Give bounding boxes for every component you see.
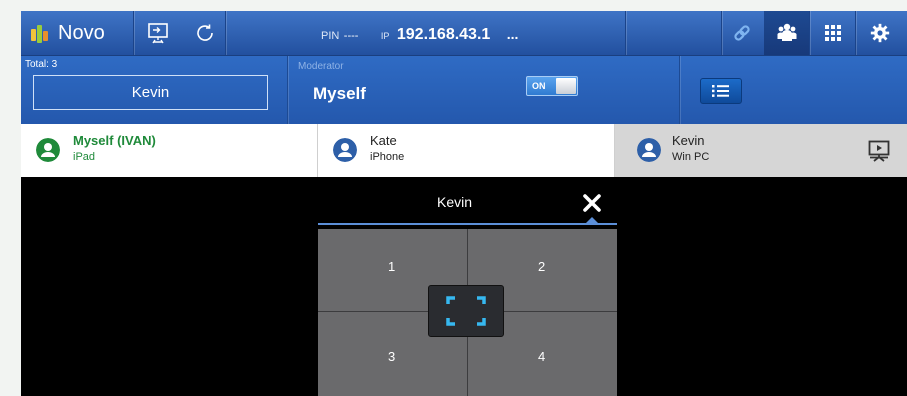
participant-device: iPhone — [370, 151, 405, 163]
moderator-divider — [287, 56, 288, 124]
app-name: Novo — [58, 22, 105, 44]
moderator-toggle[interactable]: ON — [526, 76, 578, 96]
toggle-knob — [556, 78, 576, 94]
apps-button[interactable] — [810, 11, 855, 55]
toolbar-divider — [625, 11, 626, 55]
moderator-label: Moderator — [298, 61, 344, 72]
fullscreen-icon — [446, 296, 486, 326]
moderator-divider — [679, 56, 680, 124]
link-icon — [733, 25, 750, 41]
refresh-icon[interactable] — [193, 21, 217, 45]
quadrant-label: 2 — [538, 259, 546, 274]
close-icon[interactable] — [580, 191, 604, 215]
novo-app-window: Novo PIN ---- IP 192.168.43.1 ... Total:… — [21, 11, 907, 396]
grid-icon — [824, 25, 841, 41]
participant-name: Kevin — [672, 133, 705, 148]
participants-button[interactable] — [764, 11, 809, 55]
ip-value: 192.168.43.1 — [396, 26, 491, 43]
participant-device: iPad — [73, 151, 96, 163]
quadrant-label: 4 — [538, 349, 546, 364]
pin-value: ---- — [343, 30, 359, 42]
gear-icon — [870, 23, 889, 43]
connection-info: PIN ---- IP 192.168.43.1 ... — [321, 26, 518, 44]
participant-name: Kate — [370, 133, 397, 148]
user-avatar-icon — [637, 138, 661, 162]
toolbar-divider — [133, 11, 134, 55]
split-panel-title: Kevin — [436, 194, 473, 210]
panel-pointer — [586, 217, 598, 223]
participants-icon — [777, 23, 796, 41]
quadrant-label: 3 — [388, 349, 396, 364]
toolbar-divider — [855, 11, 856, 55]
ip-label: IP — [380, 31, 390, 41]
screen-share-icon[interactable] — [146, 21, 170, 45]
total-count: Total: 3 — [25, 59, 58, 70]
split-panel-header: Kevin — [318, 189, 617, 225]
participant-name: Myself (IVAN) — [73, 133, 156, 148]
quadrant-label: 1 — [388, 259, 396, 274]
presenter-box[interactable]: Kevin — [33, 75, 268, 110]
participant-item[interactable]: Kate iPhone — [318, 124, 615, 177]
participant-item[interactable]: Myself (IVAN) iPad — [21, 124, 318, 177]
toolbar-divider — [225, 11, 226, 55]
projector-icon[interactable] — [867, 139, 891, 163]
fullscreen-button[interactable] — [428, 285, 504, 337]
list-icon — [712, 85, 729, 97]
link-button[interactable] — [719, 11, 764, 55]
list-view-button[interactable] — [700, 78, 742, 104]
pin-label: PIN — [321, 30, 340, 42]
participant-device: Win PC — [672, 151, 710, 163]
participant-list: Myself (IVAN) iPad Kate iPhone Kevin Win… — [21, 124, 907, 177]
panel-divider — [318, 223, 617, 225]
toggle-label: ON — [532, 81, 546, 91]
user-avatar-icon — [333, 138, 357, 162]
settings-button[interactable] — [857, 11, 902, 55]
moderator-bar: Total: 3 Kevin Moderator Myself ON — [21, 56, 907, 124]
user-avatar-icon — [36, 138, 60, 162]
split-screen-grid: 1 2 3 4 — [318, 229, 617, 396]
top-toolbar: Novo PIN ---- IP 192.168.43.1 ... — [21, 11, 907, 56]
moderator-value: Myself — [313, 84, 366, 103]
novo-logo-icon — [31, 23, 49, 45]
participant-item-selected[interactable]: Kevin Win PC — [615, 124, 907, 177]
ip-more[interactable]: ... — [507, 26, 519, 42]
